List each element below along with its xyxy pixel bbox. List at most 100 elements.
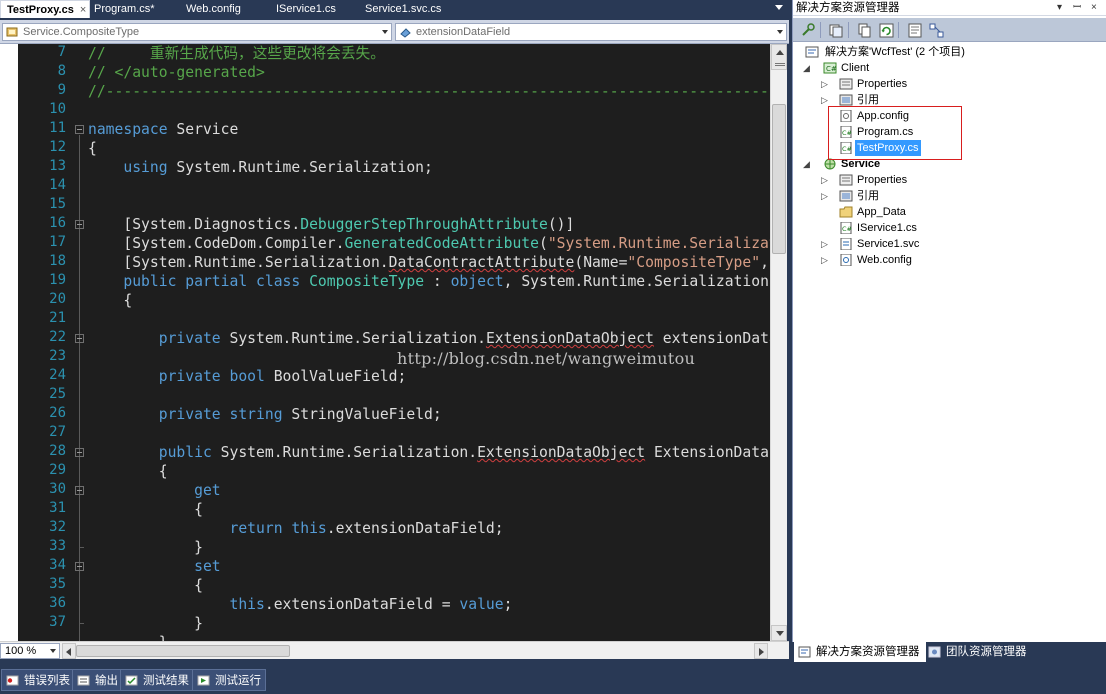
line-number-margin: 7 8 9 10 11 12 13 14 15 16 17 18 19 20 2… — [18, 44, 68, 641]
tab-solution-explorer[interactable]: 解决方案资源管理器 — [794, 642, 926, 662]
collapse-field-icon[interactable] — [75, 334, 84, 343]
split-view-button[interactable] — [771, 44, 787, 70]
properties-button[interactable] — [799, 21, 816, 38]
type-dropdown[interactable]: Service.CompositeType — [2, 23, 392, 41]
class-diagram-button[interactable] — [927, 21, 944, 38]
expand-arrow-icon[interactable]: ▷ — [821, 252, 831, 268]
line-number: 22 — [49, 329, 66, 345]
refresh-button[interactable] — [877, 21, 894, 38]
window-position-icon[interactable]: ▾ — [1057, 0, 1062, 16]
tab-service1-svc-cs[interactable]: Service1.svc.cs — [359, 0, 447, 18]
explorer-tab-strip: 解决方案资源管理器 团队资源管理器 — [792, 642, 1106, 662]
collapse-getter-icon[interactable] — [75, 486, 84, 495]
scroll-down-button[interactable] — [771, 625, 787, 641]
tool-window-tab-strip: 错误列表 输出 测试结果 测试运行 — [0, 666, 1106, 694]
line-number: 23 — [49, 348, 66, 364]
scroll-up-icon — [776, 50, 784, 55]
tree-node-label: Client — [841, 62, 870, 74]
close-icon[interactable]: × — [80, 4, 86, 16]
code-text[interactable]: // 重新生成代码，这些更改将会丢失。 // </auto-generated>… — [88, 44, 770, 641]
line-number: 29 — [49, 462, 66, 478]
editor-vertical-scrollbar[interactable] — [770, 44, 787, 641]
scroll-down-icon — [776, 631, 784, 636]
line-number: 15 — [49, 196, 66, 212]
chevron-down-icon — [50, 649, 56, 653]
tree-node-label: Properties — [857, 78, 908, 90]
scroll-left-button[interactable] — [62, 643, 76, 659]
vertical-scroll-thumb[interactable] — [772, 104, 786, 254]
collapse-class-icon[interactable] — [75, 220, 84, 229]
close-icon[interactable]: × — [1091, 0, 1097, 16]
collapse-arrow-icon[interactable]: ◢ — [803, 156, 813, 172]
expand-arrow-icon[interactable]: ▷ — [821, 76, 831, 92]
code-line: //--------------------------------------… — [88, 83, 770, 100]
tab-testproxy-cs[interactable]: TestProxy.cs × — [0, 0, 90, 18]
expand-arrow-icon[interactable]: ▷ — [821, 172, 831, 188]
code-line: private string StringValueField; — [158, 406, 442, 423]
tab-list-dropdown-icon[interactable] — [775, 5, 783, 10]
line-number: 14 — [49, 177, 66, 193]
test-results-icon — [125, 675, 138, 686]
collapse-setter-icon[interactable] — [75, 562, 84, 571]
tab-iservice1-cs[interactable]: IService1.cs — [270, 0, 342, 18]
zoom-dropdown[interactable]: 100 % — [0, 643, 60, 659]
class-icon — [6, 27, 18, 37]
line-number: 37 — [49, 614, 66, 630]
tab-test-results[interactable]: 测试结果 — [120, 669, 194, 691]
properties-icon — [839, 78, 853, 90]
tab-error-list[interactable]: 错误列表 — [1, 669, 75, 691]
code-editor[interactable]: 7 8 9 10 11 12 13 14 15 16 17 18 19 20 2… — [0, 44, 770, 641]
code-line: this.extensionDataField = value; — [229, 596, 513, 613]
highlight-annotation-box — [828, 106, 962, 160]
splitter-grip-icon — [775, 63, 785, 66]
collapse-namespace-icon[interactable] — [75, 125, 84, 134]
line-number: 27 — [49, 424, 66, 440]
tree-node-label: 解决方案'WcfTest' (2 个项目) — [825, 46, 965, 58]
code-line: namespace Service — [88, 121, 239, 138]
scroll-right-button[interactable] — [754, 643, 768, 659]
tree-node-label: Web.config — [857, 254, 912, 266]
expand-arrow-icon[interactable]: ▷ — [821, 236, 831, 252]
tab-team-explorer[interactable]: 团队资源管理器 — [924, 642, 1033, 662]
toolbar-separator — [898, 22, 899, 38]
line-number: 11 — [49, 120, 66, 136]
error-list-icon — [6, 675, 19, 686]
cs-file-icon: C# — [840, 222, 852, 234]
class-diagram-icon — [929, 23, 944, 38]
outline-tick — [79, 547, 84, 548]
line-number: 24 — [49, 367, 66, 383]
svg-text:C#: C# — [842, 225, 852, 233]
editor-horizontal-scrollbar[interactable] — [62, 643, 768, 659]
tab-label: 解决方案资源管理器 — [816, 646, 920, 658]
tab-program-cs[interactable]: Program.cs* — [88, 0, 161, 18]
collapse-arrow-icon[interactable]: ◢ — [803, 60, 813, 76]
tab-output[interactable]: 输出 — [72, 669, 123, 691]
auto-hide-pin-icon[interactable]: ꟷ — [1073, 0, 1081, 16]
tab-web-config[interactable]: Web.config — [180, 0, 247, 18]
code-line: using System.Runtime.Serialization; — [123, 159, 433, 176]
line-number: 18 — [49, 253, 66, 269]
line-number: 33 — [49, 538, 66, 554]
test-runs-icon — [197, 675, 210, 686]
selection-margin — [0, 44, 18, 641]
line-number: 20 — [49, 291, 66, 307]
horizontal-scroll-thumb[interactable] — [76, 645, 290, 657]
tab-label: TestProxy.cs — [7, 4, 74, 16]
view-code-button[interactable] — [906, 21, 923, 38]
code-line: return this.extensionDataField; — [229, 520, 504, 537]
copy-icon — [858, 23, 871, 38]
member-dropdown[interactable]: extensionDataField — [395, 23, 787, 41]
line-number: 13 — [49, 158, 66, 174]
panel-title: 解决方案资源管理器 — [796, 2, 900, 14]
show-all-files-button[interactable] — [827, 21, 844, 38]
tree-node-label: 引用 — [857, 190, 879, 202]
code-line: public partial class CompositeType : obj… — [123, 273, 770, 290]
line-number: 28 — [49, 443, 66, 459]
collapse-property-icon[interactable] — [75, 448, 84, 457]
tab-test-runs[interactable]: 测试运行 — [192, 669, 266, 691]
outlining-margin — [73, 44, 85, 641]
copy-button[interactable] — [855, 21, 872, 38]
expand-arrow-icon[interactable]: ▷ — [821, 188, 831, 204]
toolbar-separator — [848, 22, 849, 38]
code-line: [System.Runtime.Serialization.DataContra… — [88, 254, 769, 271]
